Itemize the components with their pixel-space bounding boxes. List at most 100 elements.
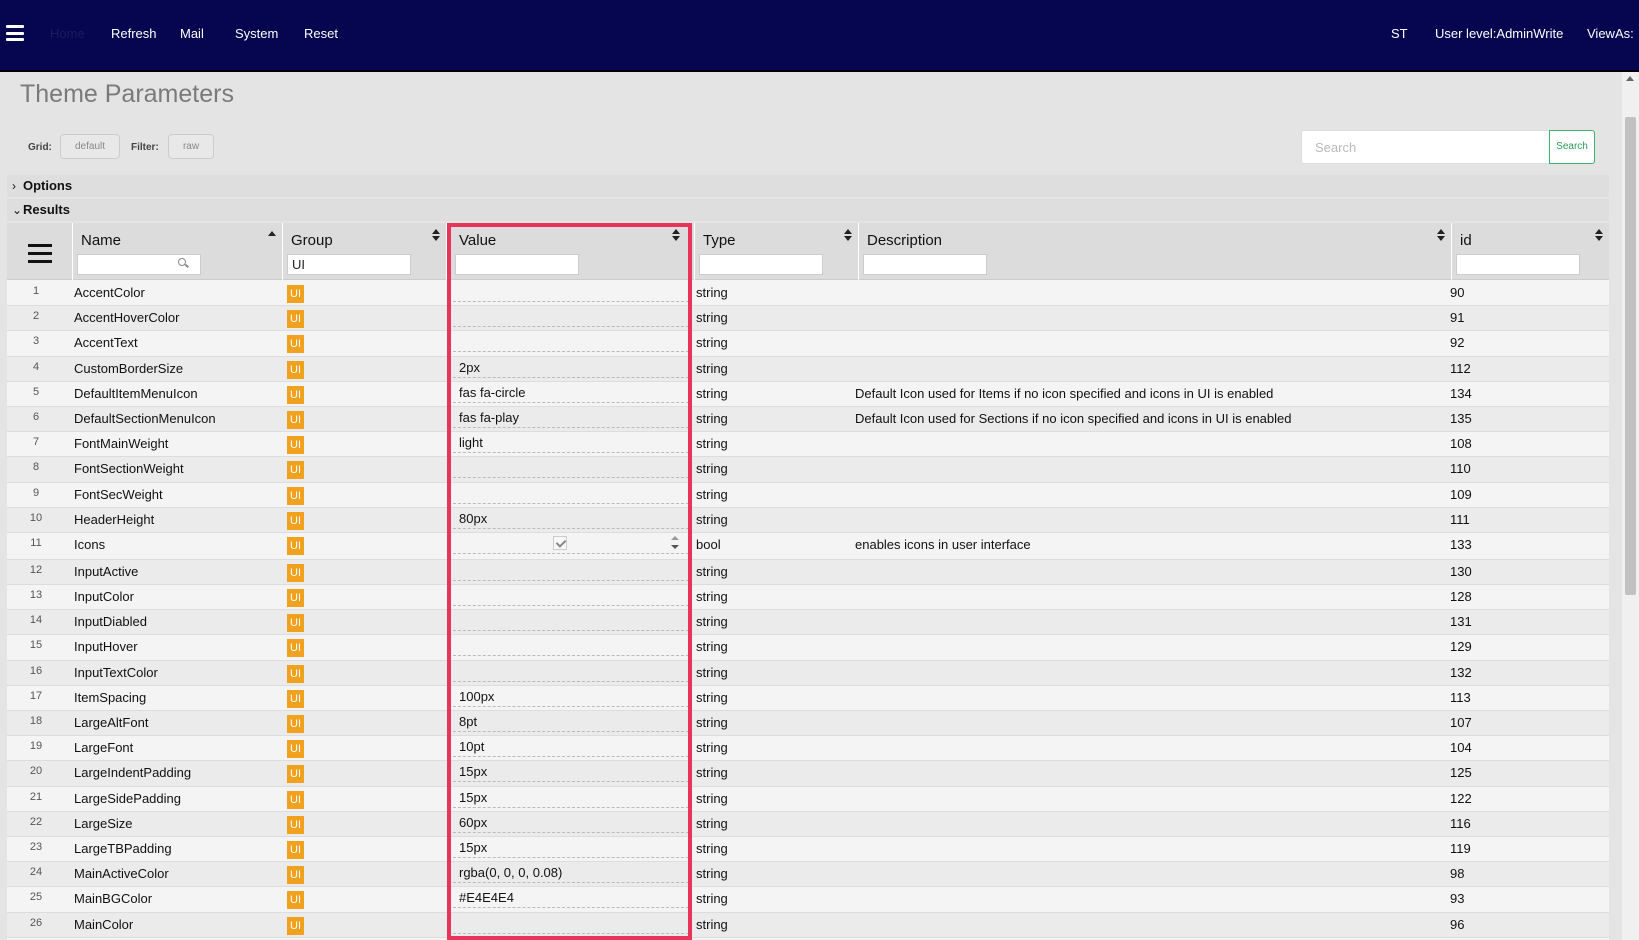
- grid-menu-cell: [7, 223, 73, 280]
- stepper-icon[interactable]: [671, 535, 679, 552]
- group-badge: UI: [287, 840, 304, 859]
- value-cell[interactable]: 8pt: [453, 712, 689, 732]
- value-cell[interactable]: 15px: [453, 788, 689, 808]
- col-header-name[interactable]: Name: [73, 223, 283, 280]
- table-row[interactable]: 18 LargeAltFont UI 8pt string 107: [7, 711, 1609, 737]
- table-row[interactable]: 14 InputDiabled UI string 131: [7, 610, 1609, 636]
- table-row[interactable]: 1 AccentColor UI string 90: [7, 281, 1609, 307]
- search-input[interactable]: [1301, 130, 1551, 164]
- nav-refresh[interactable]: Refresh: [111, 26, 157, 41]
- value-cell[interactable]: 2px: [453, 358, 689, 378]
- type-cell: string: [696, 815, 728, 831]
- table-row[interactable]: 26 MainColor UI string 96: [7, 912, 1609, 938]
- name-cell: LargeAltFont: [74, 715, 149, 730]
- value-cell[interactable]: 80px: [453, 509, 689, 529]
- value-cell[interactable]: [453, 662, 689, 682]
- description-cell: [855, 331, 1455, 355]
- options-section[interactable]: › Options: [7, 175, 1609, 197]
- table-row[interactable]: 19 LargeFont UI 10pt string 104: [7, 736, 1609, 762]
- table-row[interactable]: 13 InputColor UI string 128: [7, 585, 1609, 611]
- checkbox[interactable]: [553, 535, 567, 550]
- table-row[interactable]: 16 InputTextColor UI string 132: [7, 660, 1609, 686]
- sort-icon[interactable]: [1437, 229, 1445, 243]
- value-cell[interactable]: [453, 636, 689, 657]
- table-row[interactable]: 17 ItemSpacing UI 100px string 113: [7, 685, 1609, 711]
- col-header-value[interactable]: Value: [447, 223, 695, 280]
- table-row[interactable]: 10 HeaderHeight UI 80px string 111: [7, 507, 1609, 533]
- sort-asc-icon[interactable]: [268, 231, 276, 236]
- value-cell[interactable]: [453, 534, 689, 554]
- value-cell[interactable]: [453, 611, 689, 632]
- table-row[interactable]: 7 FontMainWeight UI light string 108: [7, 432, 1609, 458]
- col-header-description[interactable]: Description: [859, 223, 1452, 280]
- col-header-group[interactable]: Group: [283, 223, 447, 280]
- value-cell[interactable]: light: [453, 433, 689, 454]
- value-cell[interactable]: 15px: [453, 762, 689, 783]
- value-cell[interactable]: fas fa-play: [453, 408, 689, 428]
- nav-system[interactable]: System: [235, 26, 278, 41]
- table-row[interactable]: 6 DefaultSectionMenuIcon UI fas fa-play stri…: [7, 406, 1609, 433]
- type-cell: string: [696, 310, 728, 326]
- value-cell[interactable]: rgba(0, 0, 0, 0.08): [453, 863, 689, 884]
- filter-description-input[interactable]: [863, 254, 987, 275]
- name-cell: InputHover: [74, 639, 138, 655]
- table-row[interactable]: 23 LargeTBPadding UI 15px string 119: [7, 836, 1609, 863]
- value-cell[interactable]: [453, 458, 689, 479]
- value-cell[interactable]: [453, 332, 689, 353]
- grid-select[interactable]: default: [60, 134, 120, 159]
- scroll-up-icon[interactable]: [1626, 76, 1634, 81]
- table-row[interactable]: 5 DefaultItemMenuIcon UI fas fa-circle strin…: [7, 381, 1609, 407]
- value-cell[interactable]: [453, 282, 689, 302]
- table-row[interactable]: 24 MainActiveColor UI rgba(0, 0, 0, 0.08) st…: [7, 862, 1609, 888]
- filter-type-input[interactable]: [699, 254, 823, 275]
- sort-icon[interactable]: [432, 229, 440, 243]
- filter-select[interactable]: raw: [168, 134, 214, 159]
- filter-value-input[interactable]: [455, 254, 579, 275]
- group-cell: UI: [287, 887, 307, 911]
- scrollbar-thumb[interactable]: [1625, 117, 1636, 595]
- table-row[interactable]: 20 LargeIndentPadding UI 15px string 125: [7, 761, 1609, 787]
- table-row[interactable]: 3 AccentText UI string 92: [7, 331, 1609, 357]
- value-cell[interactable]: 10pt: [453, 737, 689, 758]
- vertical-scrollbar[interactable]: [1622, 72, 1639, 940]
- value-cell[interactable]: [453, 307, 689, 328]
- table-row[interactable]: 21 LargeSidePadding UI 15px string 122: [7, 786, 1609, 812]
- table-row[interactable]: 25 MainBGColor UI #E4E4E4 string 93: [7, 887, 1609, 913]
- nav-st[interactable]: ST: [1391, 26, 1408, 41]
- col-header-type[interactable]: Type: [695, 223, 859, 280]
- results-section[interactable]: ⌄ Results: [7, 199, 1609, 221]
- table-row[interactable]: 12 InputActive UI string 130: [7, 559, 1609, 586]
- sort-icon[interactable]: [672, 229, 680, 243]
- grid-menu-icon[interactable]: [28, 244, 52, 263]
- sort-icon[interactable]: [844, 229, 852, 243]
- table-row[interactable]: 11 Icons UI bool enables icons in user inter…: [7, 532, 1609, 560]
- value-cell[interactable]: [453, 561, 689, 581]
- filter-group-input[interactable]: [287, 254, 411, 275]
- table-row[interactable]: 2 AccentHoverColor UI string 91: [7, 306, 1609, 332]
- table-row[interactable]: 4 CustomBorderSize UI 2px string 112: [7, 356, 1609, 382]
- name-cell: DefaultItemMenuIcon: [74, 385, 198, 401]
- sort-icon[interactable]: [1595, 229, 1603, 243]
- value-cell[interactable]: [453, 484, 689, 504]
- value-cell[interactable]: 15px: [453, 838, 689, 858]
- nav-home[interactable]: Home: [50, 26, 85, 41]
- value-cell[interactable]: [453, 914, 689, 934]
- nav-reset[interactable]: Reset: [304, 26, 338, 41]
- value-cell[interactable]: #E4E4E4: [453, 888, 689, 909]
- value-cell[interactable]: [453, 586, 689, 607]
- table-row[interactable]: 15 InputHover UI string 129: [7, 635, 1609, 661]
- table-row[interactable]: 9 FontSecWeight UI string 109: [7, 482, 1609, 508]
- table-row[interactable]: 22 LargeSize UI 60px string 116: [7, 811, 1609, 837]
- col-header-id[interactable]: id: [1452, 223, 1609, 280]
- search-button[interactable]: Search: [1549, 130, 1595, 164]
- user-level[interactable]: User level:AdminWrite: [1435, 26, 1563, 41]
- nav-mail[interactable]: Mail: [180, 26, 204, 41]
- view-as[interactable]: ViewAs:: [1587, 26, 1634, 41]
- value-cell[interactable]: 60px: [453, 813, 689, 833]
- table-row[interactable]: 8 FontSectionWeight UI string 110: [7, 457, 1609, 483]
- filter-id-input[interactable]: [1456, 254, 1580, 275]
- value-cell[interactable]: 100px: [453, 687, 689, 707]
- value-cell[interactable]: fas fa-circle: [453, 383, 689, 403]
- type-cell: string: [696, 511, 728, 527]
- menu-icon[interactable]: [6, 25, 24, 41]
